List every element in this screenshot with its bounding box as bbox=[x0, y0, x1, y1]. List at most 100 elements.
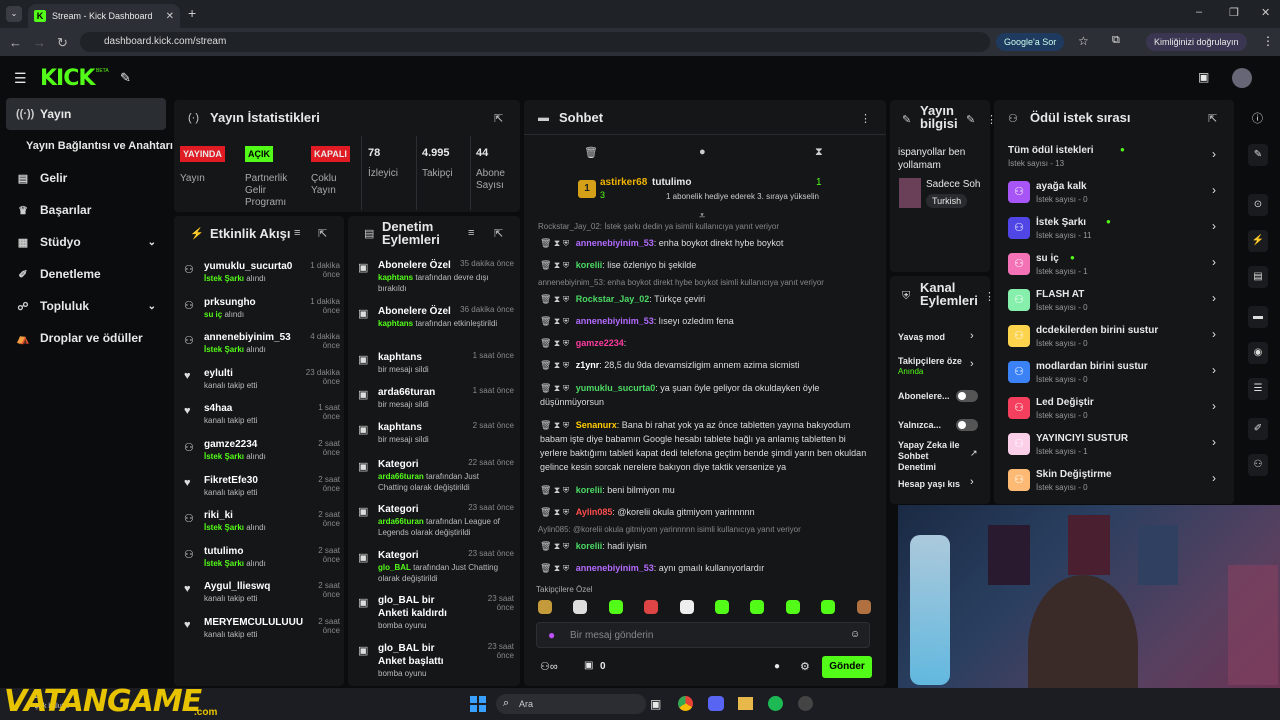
reward-row[interactable]: ⚇ Skin Değiştirme İstek sayısı - 0 › bbox=[1004, 465, 1220, 495]
document-icon[interactable]: ▤ bbox=[1248, 266, 1268, 288]
reward-row[interactable]: ⚇ ayağa kalk İstek sayısı - 0 › bbox=[1004, 177, 1220, 207]
emote-icon[interactable] bbox=[715, 600, 729, 614]
moderation-tools[interactable]: 🗑 ⧗ ⛨ bbox=[540, 507, 572, 517]
ai-moderation-row[interactable]: Yapay Zeka ile Sohbet Denetimi bbox=[898, 440, 964, 473]
gifter-name[interactable]: astirker68 bbox=[600, 177, 647, 188]
screenshot-icon[interactable]: ⊙ bbox=[1248, 194, 1268, 216]
chevron-right-icon[interactable]: › bbox=[1212, 183, 1216, 197]
reward-row[interactable]: ⚇ modlardan birini sustur İstek sayısı - 0… bbox=[1004, 357, 1220, 387]
browser-tab[interactable]: K Stream - Kick Dashboard ✕ bbox=[28, 4, 180, 28]
sidebar-item-topluluk[interactable]: ☍ Topluluk ⌄ bbox=[6, 290, 166, 322]
chevron-right-icon[interactable]: › bbox=[1212, 435, 1216, 449]
gift-icon[interactable]: ▣ bbox=[584, 660, 593, 671]
sidebar-item-stream-key[interactable]: Yayın Bağlantısı ve Anahtarı bbox=[6, 130, 174, 162]
sidebar-item-studyo[interactable]: ▦ Stüdyo ⌄ bbox=[6, 226, 166, 258]
user-name[interactable]: annenebiyinim_53 bbox=[204, 332, 291, 343]
action-actor[interactable]: arda66turan bbox=[378, 472, 424, 481]
reward-icon[interactable]: ⚇ bbox=[1248, 454, 1268, 476]
emote-only-toggle[interactable] bbox=[956, 419, 978, 431]
maximize-icon[interactable]: ❐ bbox=[1229, 6, 1239, 19]
emote-icon[interactable] bbox=[679, 600, 694, 614]
filter-icon[interactable]: ≡ bbox=[468, 227, 474, 239]
chevron-right-icon[interactable]: › bbox=[1212, 471, 1216, 485]
minimize-icon[interactable]: – bbox=[1196, 6, 1202, 18]
chevron-right-icon[interactable]: › bbox=[970, 330, 974, 342]
moderation-tools[interactable]: 🗑 ⧗ ⛨ bbox=[540, 294, 572, 304]
user-name[interactable]: tutulimo bbox=[204, 546, 243, 557]
chat-icon[interactable]: ▬ bbox=[1248, 306, 1268, 328]
bookmark-star-icon[interactable]: ☆ bbox=[1078, 34, 1089, 48]
user-name[interactable]: gamze2234 bbox=[204, 439, 257, 450]
user-name[interactable]: prksungho bbox=[204, 297, 256, 308]
trash-icon[interactable]: 🗑 bbox=[584, 146, 598, 159]
chat-message[interactable]: 🗑 ⧗ ⛨ gamze2234: bbox=[540, 336, 870, 350]
chat-settings-bubble-icon[interactable]: ● bbox=[774, 661, 780, 672]
user-name[interactable]: riki_ki bbox=[204, 510, 233, 521]
sidebar-item-gelir[interactable]: ▤ Gelir bbox=[6, 162, 166, 194]
chevron-right-icon[interactable]: › bbox=[1212, 147, 1216, 161]
reward-row[interactable]: ⚇ YAYINCIYI SUSTUR İstek sayısı - 1 › bbox=[1004, 429, 1220, 459]
discord-icon[interactable] bbox=[708, 696, 724, 711]
reward-row[interactable]: ⚇ su iç ● İstek sayısı - 1 › bbox=[1004, 249, 1220, 279]
user-name[interactable]: MERYEMCULULUUU bbox=[204, 617, 303, 628]
reward-row[interactable]: Tüm ödül istekleri ● İstek sayısı - 13 › bbox=[1004, 141, 1220, 171]
chat-message[interactable]: 🗑 ⧗ ⛨ Senanurx: Bana bi rahat yok ya az … bbox=[540, 418, 870, 474]
chevron-right-icon[interactable]: › bbox=[1212, 255, 1216, 269]
chrome-icon[interactable] bbox=[678, 696, 693, 711]
chat-username[interactable]: Senanurx bbox=[576, 420, 617, 430]
points-icon[interactable]: ⚇∞ bbox=[540, 660, 558, 673]
action-actor[interactable]: kaphtans bbox=[378, 319, 413, 328]
subscribers-toggle[interactable] bbox=[956, 390, 978, 402]
sidebar-item-basarilar[interactable]: ♛ Başarılar bbox=[6, 194, 166, 226]
close-tab-icon[interactable]: ✕ bbox=[166, 11, 174, 22]
send-button[interactable]: Gönder bbox=[822, 656, 872, 678]
windows-start-icon[interactable] bbox=[470, 696, 486, 712]
recipient-name[interactable]: tutulimo bbox=[652, 177, 691, 188]
chat-icon[interactable]: ● bbox=[699, 146, 706, 158]
moderation-tools[interactable]: 🗑 ⧗ ⛨ bbox=[540, 420, 572, 430]
chat-username[interactable]: annenebiyinim_53 bbox=[576, 238, 654, 248]
avatar[interactable] bbox=[1232, 68, 1252, 88]
chat-message[interactable]: 🗑 ⧗ ⛨ z1ynr: 28,5 du 9da devamsizligim a… bbox=[540, 358, 870, 372]
chat-message[interactable]: 🗑 ⧗ ⛨ korelii: beni bilmiyon mu bbox=[540, 483, 870, 497]
chevron-right-icon[interactable]: › bbox=[1212, 291, 1216, 305]
chevron-right-icon[interactable]: › bbox=[1212, 219, 1216, 233]
popout-icon[interactable]: ⇱ bbox=[318, 227, 327, 240]
microphone-icon[interactable]: ● bbox=[548, 628, 555, 642]
moderation-tools[interactable]: 🗑 ⧗ ⛨ bbox=[540, 485, 572, 495]
tab-list-button[interactable]: ⌄ bbox=[6, 6, 22, 22]
edit-icon[interactable]: ✎ bbox=[966, 113, 975, 126]
chevron-right-icon[interactable]: › bbox=[970, 358, 974, 370]
emote-icon[interactable] bbox=[573, 600, 588, 614]
moderation-tools[interactable]: 🗑 ⧗ ⛨ bbox=[540, 316, 572, 326]
hamburger-menu-icon[interactable]: ☰ bbox=[14, 70, 27, 87]
sidebar-item-yayin[interactable]: ((·)) Yayın bbox=[6, 98, 166, 130]
chat-username[interactable]: yumuklu_sucurta0 bbox=[576, 383, 656, 393]
chat-message[interactable]: 🗑 ⧗ ⛨ korelii: lise özleniyo bi şekilde bbox=[540, 258, 870, 272]
action-actor[interactable]: arda66turan bbox=[378, 517, 424, 526]
action-actor[interactable]: kaphtans bbox=[378, 273, 413, 282]
slow-mode-row[interactable]: Yavaş mod bbox=[898, 332, 978, 342]
reward-row[interactable]: ⚇ Led Değiştir İstek sayısı - 0 › bbox=[1004, 393, 1220, 423]
chat-username[interactable]: Rockstar_Jay_02 bbox=[576, 294, 650, 304]
chat-message[interactable]: 🗑 ⧗ ⛨ annenebiyinim_53: enha boykot dire… bbox=[540, 236, 870, 250]
folder-icon[interactable] bbox=[738, 697, 753, 710]
google-ask-button[interactable]: Google'a Sor bbox=[996, 33, 1065, 51]
more-options-icon[interactable]: ⋮ bbox=[860, 112, 871, 125]
chat-message[interactable]: 🗑 ⧗ ⛨ annenebiyinim_53: aynı gmaılı kull… bbox=[540, 561, 870, 575]
chat-username[interactable]: korelii bbox=[576, 541, 603, 551]
user-name[interactable]: eylulti bbox=[204, 368, 233, 379]
moderation-tools[interactable]: 🗑 ⧗ ⛨ bbox=[540, 360, 572, 370]
reward-row[interactable]: ⚇ İstek Şarkı ● İstek sayısı - 11 › bbox=[1004, 213, 1220, 243]
chat-message[interactable]: 🗑 ⧗ ⛨ Rockstar_Jay_02: Türkçe çeviri bbox=[540, 292, 870, 306]
chat-username[interactable]: annenebiyinim_53 bbox=[576, 563, 654, 573]
reward-row[interactable]: ⚇ FLASH AT İstek sayısı - 0 › bbox=[1004, 285, 1220, 315]
popout-icon[interactable]: ⇱ bbox=[494, 112, 503, 125]
sidebar-item-denetleme[interactable]: ✐ Denetleme bbox=[6, 258, 166, 290]
external-link-icon[interactable]: ↗ bbox=[970, 448, 978, 459]
chat-username[interactable]: z1ynr bbox=[576, 360, 600, 370]
emoji-icon[interactable]: ☺ bbox=[850, 629, 860, 640]
chat-username[interactable]: Aylin085 bbox=[576, 507, 613, 517]
spotify-icon[interactable] bbox=[768, 696, 783, 711]
theatre-icon[interactable]: ▣ bbox=[1198, 70, 1209, 84]
